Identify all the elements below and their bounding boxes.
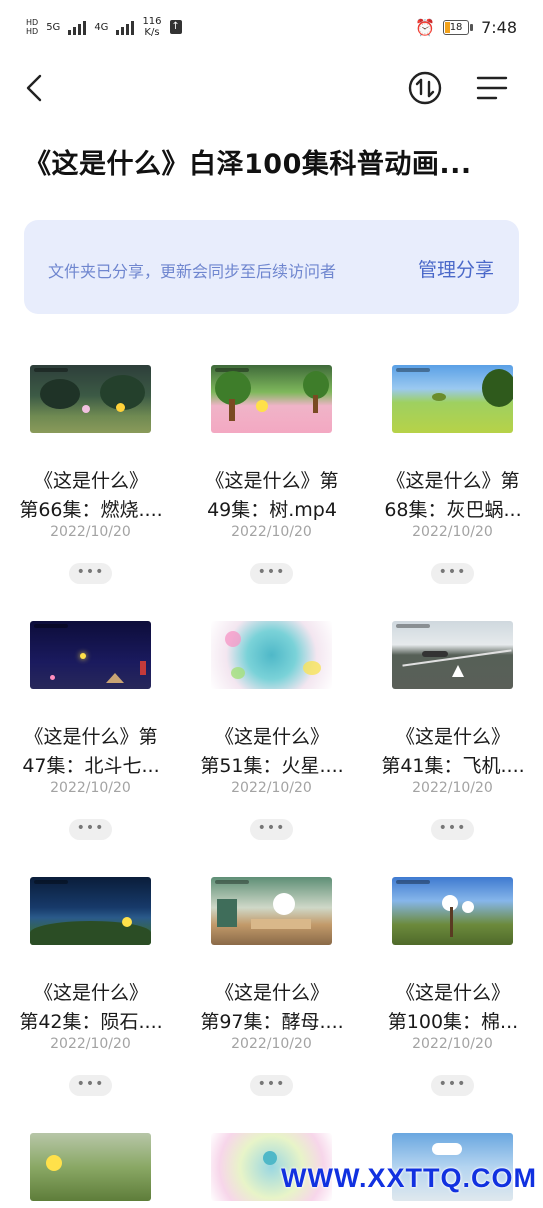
file-date: 2022/10/20 bbox=[50, 780, 131, 796]
status-bar: HD HD 5G 4G 116 K/s ↑ ⏰ 18 7:48 bbox=[0, 0, 543, 60]
more-button[interactable]: ••• bbox=[69, 1075, 112, 1096]
file-date: 2022/10/20 bbox=[412, 780, 493, 796]
more-button[interactable]: ••• bbox=[431, 563, 474, 584]
file-card[interactable]: 《这是什么》第 68集：灰巴蜗... 2022/10/20 ••• bbox=[362, 350, 543, 606]
file-name: 《这是什么》 第97集：酵母.... bbox=[200, 982, 344, 1033]
video-thumbnail[interactable] bbox=[211, 877, 332, 945]
network-speed: 116 K/s bbox=[142, 16, 161, 38]
more-button[interactable]: ••• bbox=[250, 563, 293, 584]
video-thumbnail[interactable] bbox=[211, 621, 332, 689]
video-thumbnail[interactable] bbox=[30, 621, 151, 689]
status-right: ⏰ 18 7:48 bbox=[415, 18, 517, 37]
more-button[interactable]: ••• bbox=[250, 1075, 293, 1096]
file-date: 2022/10/20 bbox=[50, 1036, 131, 1052]
signal-icon bbox=[68, 19, 87, 35]
video-thumbnail[interactable] bbox=[30, 1133, 151, 1201]
file-card[interactable]: 《这是什么》第 49集：树.mp4 2022/10/20 ••• bbox=[181, 350, 362, 606]
network-right-label: 4G bbox=[94, 21, 109, 33]
file-card[interactable]: 《这是什么》 第66集：燃烧.... 2022/10/20 ••• bbox=[0, 350, 181, 606]
file-card[interactable]: 《这是什么》 第51集：火星.... 2022/10/20 ••• bbox=[181, 606, 362, 862]
more-button[interactable]: ••• bbox=[69, 563, 112, 584]
file-name: 《这是什么》 第41集：飞机.... bbox=[381, 726, 525, 777]
file-name: 《这是什么》第 68集：灰巴蜗... bbox=[384, 470, 522, 521]
page-title: 《这是什么》白泽100集科普动画... bbox=[24, 149, 472, 180]
file-date: 2022/10/20 bbox=[231, 524, 312, 540]
toolbar bbox=[0, 60, 543, 116]
signal-icon-2 bbox=[116, 19, 135, 35]
clock: 7:48 bbox=[481, 18, 517, 37]
manage-share-button[interactable]: 管理分享 bbox=[418, 255, 494, 282]
file-card[interactable]: 《这是什么》第 47集：北斗七... 2022/10/20 ••• bbox=[0, 606, 181, 862]
speed-unit: K/s bbox=[144, 27, 160, 38]
file-card[interactable]: 《这是什么》 第97集：酵母.... 2022/10/20 ••• bbox=[181, 862, 362, 1118]
sim-icon: HD HD bbox=[26, 18, 39, 36]
status-left: HD HD 5G 4G 116 K/s ↑ bbox=[26, 16, 182, 38]
file-name: 《这是什么》 第100集：棉... bbox=[387, 982, 519, 1033]
file-date: 2022/10/20 bbox=[50, 524, 131, 540]
file-date: 2022/10/20 bbox=[412, 1036, 493, 1052]
file-card[interactable] bbox=[0, 1118, 181, 1208]
menu-icon[interactable] bbox=[472, 70, 512, 106]
sort-icon[interactable] bbox=[405, 68, 445, 108]
file-name: 《这是什么》 第51集：火星.... bbox=[200, 726, 344, 777]
file-card[interactable]: 《这是什么》 第41集：飞机.... 2022/10/20 ••• bbox=[362, 606, 543, 862]
video-thumbnail[interactable] bbox=[392, 621, 513, 689]
file-card[interactable]: 《这是什么》 第42集：陨石.... 2022/10/20 ••• bbox=[0, 862, 181, 1118]
file-name: 《这是什么》第 49集：树.mp4 bbox=[205, 470, 339, 521]
more-button[interactable]: ••• bbox=[69, 819, 112, 840]
more-button[interactable]: ••• bbox=[431, 1075, 474, 1096]
video-thumbnail[interactable] bbox=[30, 877, 151, 945]
file-card[interactable]: 《这是什么》 第100集：棉... 2022/10/20 ••• bbox=[362, 862, 543, 1118]
more-button[interactable]: ••• bbox=[250, 819, 293, 840]
battery-level: 18 bbox=[449, 22, 463, 33]
file-date: 2022/10/20 bbox=[412, 524, 493, 540]
chevron-left-icon[interactable] bbox=[18, 70, 54, 106]
network-left-label: 5G bbox=[46, 21, 61, 33]
video-thumbnail[interactable] bbox=[392, 365, 513, 433]
more-button[interactable]: ••• bbox=[431, 819, 474, 840]
share-banner: 文件夹已分享，更新会同步至后续访问者 管理分享 bbox=[24, 220, 519, 314]
speed-value: 116 bbox=[142, 16, 162, 27]
alarm-icon: ⏰ bbox=[415, 18, 436, 37]
watermark: WWW.XXTTQ.COM bbox=[281, 1163, 537, 1193]
video-thumbnail[interactable] bbox=[30, 365, 151, 433]
file-date: 2022/10/20 bbox=[231, 1036, 312, 1052]
battery-icon: 18 bbox=[443, 20, 474, 35]
file-date: 2022/10/20 bbox=[231, 780, 312, 796]
video-thumbnail[interactable] bbox=[392, 877, 513, 945]
file-name: 《这是什么》 第66集：燃烧.... bbox=[19, 470, 163, 521]
video-thumbnail[interactable] bbox=[211, 365, 332, 433]
file-name: 《这是什么》第 47集：北斗七... bbox=[22, 726, 160, 777]
file-name: 《这是什么》 第42集：陨石.... bbox=[19, 982, 163, 1033]
upload-icon: ↑ bbox=[169, 20, 182, 34]
share-banner-text: 文件夹已分享，更新会同步至后续访问者 bbox=[48, 262, 337, 281]
